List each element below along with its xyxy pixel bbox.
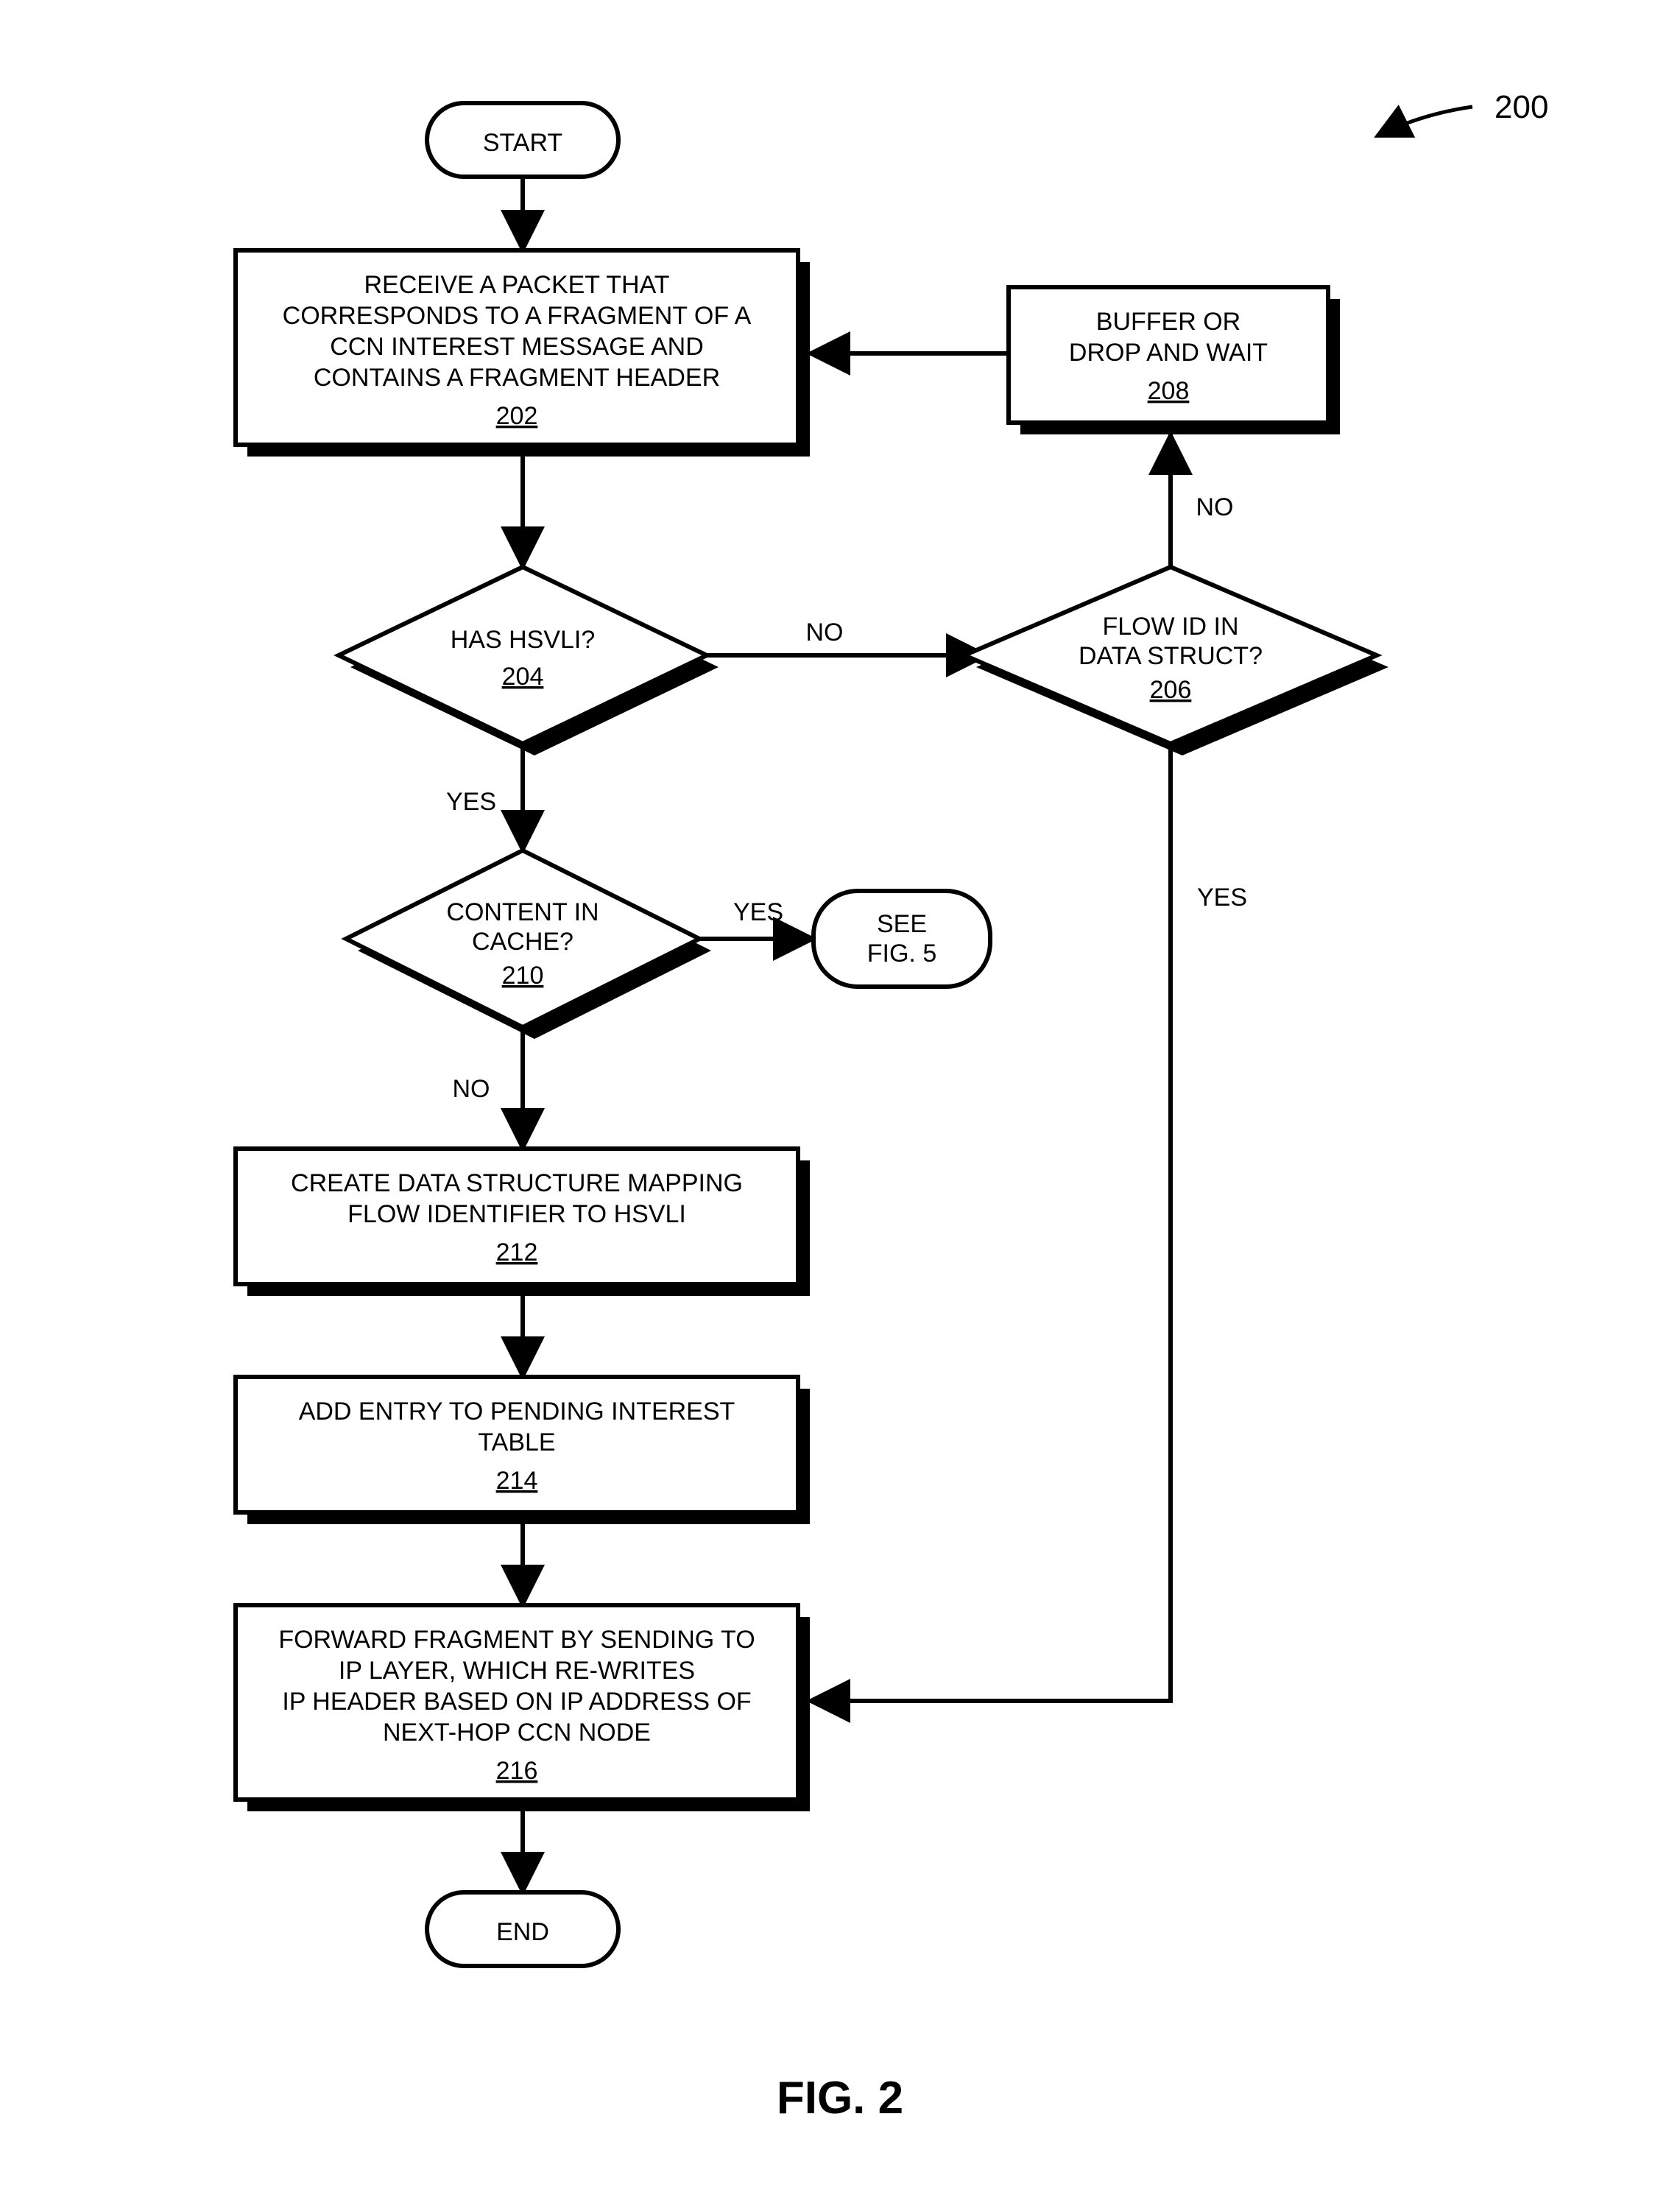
svg-text:IP LAYER, WHICH RE-WRITES: IP LAYER, WHICH RE-WRITES [339,1657,695,1685]
svg-text:CONTENT IN: CONTENT IN [446,898,599,926]
svg-text:SEE: SEE [877,910,927,938]
svg-text:CCN INTEREST MESSAGE AND: CCN INTEREST MESSAGE AND [330,333,704,361]
svg-text:YES: YES [446,788,496,816]
svg-text:YES: YES [733,898,783,926]
end-node: END [427,1892,618,1966]
svg-text:DROP AND WAIT: DROP AND WAIT [1069,339,1268,367]
node-216: FORWARD FRAGMENT BY SENDING TO IP LAYER,… [236,1605,810,1811]
svg-text:CREATE DATA STRUCTURE MAPPING: CREATE DATA STRUCTURE MAPPING [291,1169,743,1197]
edge-204-206: NO [707,619,987,655]
node-206: FLOW ID IN DATA STRUCT? 206 [964,567,1388,755]
node-214: ADD ENTRY TO PENDING INTEREST TABLE 214 [236,1377,810,1524]
svg-text:RECEIVE A PACKET THAT: RECEIVE A PACKET THAT [364,271,669,299]
node-212: CREATE DATA STRUCTURE MAPPING FLOW IDENT… [236,1149,810,1296]
svg-text:CACHE?: CACHE? [472,928,573,956]
start-node: START [427,103,618,177]
seefig5-node: SEE FIG. 5 [813,891,990,987]
edge-204-210: YES [446,744,523,850]
node-202: RECEIVE A PACKET THAT CORRESPONDS TO A F… [236,250,810,457]
svg-text:NO: NO [806,619,844,646]
start-label: START [483,129,562,157]
node-216-ref: 216 [496,1757,538,1785]
figure-title: FIG. 2 [777,2073,903,2124]
node-208-ref: 208 [1148,377,1190,405]
node-210: CONTENT IN CACHE? 210 [346,850,711,1039]
svg-text:FIG. 5: FIG. 5 [867,940,936,968]
svg-text:NEXT-HOP CCN NODE: NEXT-HOP CCN NODE [383,1719,651,1747]
node-214-ref: 214 [496,1467,538,1495]
svg-text:DATA STRUCT?: DATA STRUCT? [1079,642,1263,670]
svg-text:YES: YES [1197,884,1247,912]
svg-text:NO: NO [1196,493,1234,521]
edge-210-212: NO [453,1027,523,1149]
node-204: HAS HSVLI? 204 [339,567,719,755]
svg-text:BUFFER OR: BUFFER OR [1096,308,1240,336]
figure-number-text: 200 [1494,89,1548,125]
svg-text:IP HEADER BASED ON IP ADDRESS: IP HEADER BASED ON IP ADDRESS OF [282,1688,751,1716]
edge-206-208: NO [1171,434,1234,567]
svg-text:CONTAINS A FRAGMENT HEADER: CONTAINS A FRAGMENT HEADER [314,364,720,392]
svg-text:FLOW ID IN: FLOW ID IN [1102,613,1238,641]
node-204-ref: 204 [502,663,544,691]
node-210-ref: 210 [502,962,544,990]
svg-text:HAS HSVLI?: HAS HSVLI? [451,626,596,654]
figure-number: 200 [1377,89,1548,136]
svg-text:FORWARD FRAGMENT BY SENDING TO: FORWARD FRAGMENT BY SENDING TO [278,1626,755,1654]
svg-text:NO: NO [453,1075,490,1103]
node-208: BUFFER OR DROP AND WAIT 208 [1009,287,1340,434]
svg-text:FLOW IDENTIFIER TO HSVLI: FLOW IDENTIFIER TO HSVLI [347,1200,686,1228]
node-212-ref: 212 [496,1238,538,1266]
svg-text:CORRESPONDS TO A FRAGMENT OF A: CORRESPONDS TO A FRAGMENT OF A [283,302,752,330]
end-label: END [496,1918,549,1946]
svg-text:TABLE: TABLE [478,1428,555,1456]
edge-210-seefig5: YES [699,898,813,939]
svg-text:ADD ENTRY TO PENDING INTEREST: ADD ENTRY TO PENDING INTEREST [299,1398,735,1426]
flowchart-canvas: 200 START RECEIVE A PACKET THAT CORRESPO… [0,0,1680,2206]
edge-206-216: YES [810,744,1247,1701]
node-202-ref: 202 [496,402,538,430]
node-206-ref: 206 [1150,676,1192,704]
